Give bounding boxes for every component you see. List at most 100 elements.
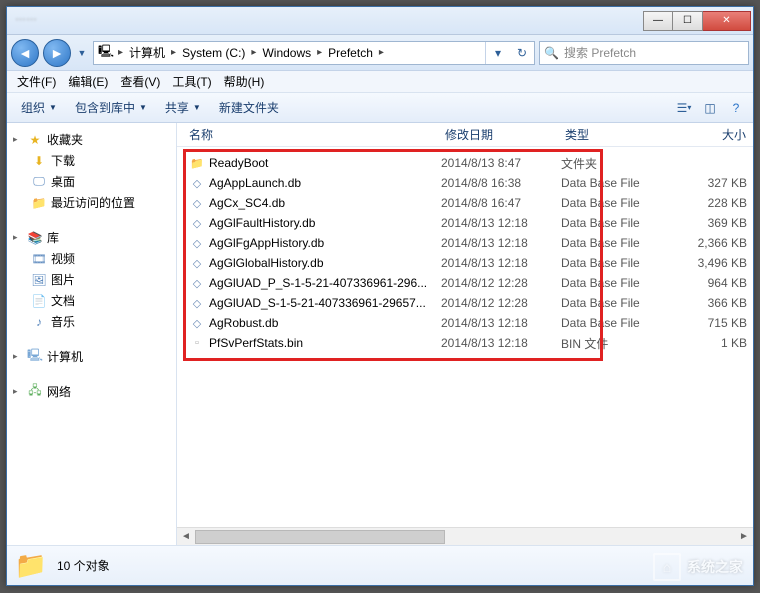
scroll-left-button[interactable]: ◄ bbox=[177, 531, 195, 542]
navigation-pane: ▸★收藏夹 ⬇下载 🖵桌面 📁最近访问的位置 ▸📚库 🎞视频 🖼图片 📄文档 ♪… bbox=[7, 123, 177, 545]
watermark-logo-icon: ⌂ bbox=[653, 553, 681, 581]
nav-videos[interactable]: 🎞视频 bbox=[9, 248, 176, 269]
tree-collapse-icon: ▸ bbox=[13, 351, 23, 362]
nav-network[interactable]: ▸🖧网络 bbox=[9, 381, 176, 402]
watermark: ⌂ 系统之家 bbox=[653, 553, 743, 581]
explorer-body: ▸★收藏夹 ⬇下载 🖵桌面 📁最近访问的位置 ▸📚库 🎞视频 🖼图片 📄文档 ♪… bbox=[7, 123, 753, 545]
chevron-right-icon: ▸ bbox=[169, 47, 178, 58]
nav-recent[interactable]: 📁最近访问的位置 bbox=[9, 192, 176, 213]
file-type: Data Base File bbox=[561, 296, 681, 310]
include-library-button[interactable]: 包含到库中▼ bbox=[67, 96, 155, 119]
file-size: 3,496 KB bbox=[681, 256, 751, 270]
file-row[interactable]: ◇AgGlUAD_P_S-1-5-21-407336961-296...2014… bbox=[185, 273, 753, 293]
horizontal-scrollbar[interactable]: ◄ ► bbox=[177, 527, 753, 545]
nav-music[interactable]: ♪音乐 bbox=[9, 311, 176, 332]
file-name: PfSvPerfStats.bin bbox=[209, 336, 303, 350]
file-row[interactable]: ◇AgGlFaultHistory.db2014/8/13 12:18Data … bbox=[185, 213, 753, 233]
chevron-down-icon: ▼ bbox=[49, 103, 57, 112]
history-dropdown[interactable]: ▼ bbox=[75, 48, 89, 58]
nav-desktop[interactable]: 🖵桌面 bbox=[9, 171, 176, 192]
refresh-button[interactable]: ↻ bbox=[510, 42, 534, 64]
file-size: 366 KB bbox=[681, 296, 751, 310]
breadcrumb-drive[interactable]: System (C:) bbox=[178, 42, 249, 64]
db-icon: ◇ bbox=[189, 235, 205, 251]
new-folder-button[interactable]: 新建文件夹 bbox=[211, 96, 287, 119]
nav-favorites[interactable]: ▸★收藏夹 bbox=[9, 129, 176, 150]
nav-library[interactable]: ▸📚库 bbox=[9, 227, 176, 248]
nav-computer[interactable]: ▸🖳计算机 bbox=[9, 346, 176, 367]
file-list-pane: 名称 修改日期 类型 大小 📁ReadyBoot2014/8/13 8:47文件… bbox=[177, 123, 753, 545]
organize-button[interactable]: 组织▼ bbox=[13, 96, 65, 119]
scroll-thumb[interactable] bbox=[195, 530, 445, 544]
file-area[interactable]: 📁ReadyBoot2014/8/13 8:47文件夹◇AgAppLaunch.… bbox=[177, 147, 753, 527]
maximize-button[interactable]: ☐ bbox=[673, 11, 703, 31]
nav-pictures[interactable]: 🖼图片 bbox=[9, 269, 176, 290]
close-button[interactable]: ✕ bbox=[703, 11, 751, 31]
file-row[interactable]: ◇AgGlUAD_S-1-5-21-407336961-29657...2014… bbox=[185, 293, 753, 313]
window-buttons: — ☐ ✕ bbox=[643, 11, 751, 31]
back-button[interactable]: ◄ bbox=[11, 39, 39, 67]
forward-button[interactable]: ► bbox=[43, 39, 71, 67]
db-icon: ◇ bbox=[189, 295, 205, 311]
db-icon: ◇ bbox=[189, 315, 205, 331]
col-name[interactable]: 名称 bbox=[185, 126, 441, 143]
menu-help[interactable]: 帮助(H) bbox=[218, 71, 271, 92]
file-date: 2014/8/13 8:47 bbox=[441, 156, 561, 170]
breadcrumb-computer[interactable]: 计算机 bbox=[125, 42, 169, 64]
breadcrumb-windows[interactable]: Windows bbox=[258, 42, 315, 64]
tree-collapse-icon: ▸ bbox=[13, 232, 23, 243]
menu-file[interactable]: 文件(F) bbox=[11, 71, 62, 92]
picture-icon: 🖼 bbox=[31, 272, 47, 288]
file-row[interactable]: ◇AgGlGlobalHistory.db2014/8/13 12:18Data… bbox=[185, 253, 753, 273]
db-icon: ◇ bbox=[189, 175, 205, 191]
menu-edit[interactable]: 编辑(E) bbox=[62, 71, 114, 92]
music-icon: ♪ bbox=[31, 314, 47, 330]
menu-tools[interactable]: 工具(T) bbox=[166, 71, 217, 92]
file-name: AgRobust.db bbox=[209, 316, 278, 330]
address-bar[interactable]: 🖳 ▸ 计算机 ▸ System (C:) ▸ Windows ▸ Prefet… bbox=[93, 41, 535, 65]
file-row[interactable]: 📁ReadyBoot2014/8/13 8:47文件夹 bbox=[185, 153, 753, 173]
file-type: BIN 文件 bbox=[561, 335, 681, 352]
share-button[interactable]: 共享▼ bbox=[157, 96, 209, 119]
preview-pane-button[interactable]: ◫ bbox=[699, 98, 721, 118]
chevron-right-icon: ▸ bbox=[315, 47, 324, 58]
tree-collapse-icon: ▸ bbox=[13, 386, 23, 397]
col-type[interactable]: 类型 bbox=[561, 126, 681, 143]
file-size: 964 KB bbox=[681, 276, 751, 290]
nav-downloads[interactable]: ⬇下载 bbox=[9, 150, 176, 171]
file-date: 2014/8/12 12:28 bbox=[441, 296, 561, 310]
scroll-right-button[interactable]: ► bbox=[735, 531, 753, 542]
col-size[interactable]: 大小 bbox=[681, 126, 751, 143]
file-row[interactable]: ◇AgRobust.db2014/8/13 12:18Data Base Fil… bbox=[185, 313, 753, 333]
file-type: Data Base File bbox=[561, 216, 681, 230]
file-date: 2014/8/8 16:47 bbox=[441, 196, 561, 210]
col-date[interactable]: 修改日期 bbox=[441, 126, 561, 143]
file-type: Data Base File bbox=[561, 316, 681, 330]
menu-view[interactable]: 查看(V) bbox=[114, 71, 166, 92]
file-name: AgGlFaultHistory.db bbox=[209, 216, 315, 230]
star-icon: ★ bbox=[27, 132, 43, 148]
file-type: Data Base File bbox=[561, 256, 681, 270]
file-row[interactable]: ◇AgGlFgAppHistory.db2014/8/13 12:18Data … bbox=[185, 233, 753, 253]
watermark-text: 系统之家 bbox=[687, 557, 743, 577]
file-row[interactable]: ◇AgCx_SC4.db2014/8/8 16:47Data Base File… bbox=[185, 193, 753, 213]
file-row[interactable]: ◇AgAppLaunch.db2014/8/8 16:38Data Base F… bbox=[185, 173, 753, 193]
file-size: 1 KB bbox=[681, 336, 751, 350]
nav-documents[interactable]: 📄文档 bbox=[9, 290, 176, 311]
search-input[interactable]: 🔍 搜索 Prefetch bbox=[539, 41, 749, 65]
file-type: Data Base File bbox=[561, 176, 681, 190]
address-dropdown-button[interactable]: ▾ bbox=[486, 42, 510, 64]
minimize-button[interactable]: — bbox=[643, 11, 673, 31]
command-bar: 组织▼ 包含到库中▼ 共享▼ 新建文件夹 ☰▾ ◫ ? bbox=[7, 93, 753, 123]
chevron-down-icon: ▼ bbox=[193, 103, 201, 112]
file-type: Data Base File bbox=[561, 276, 681, 290]
breadcrumb-prefetch[interactable]: Prefetch bbox=[324, 42, 377, 64]
file-name: ReadyBoot bbox=[209, 156, 268, 170]
db-icon: ◇ bbox=[189, 195, 205, 211]
help-button[interactable]: ? bbox=[725, 98, 747, 118]
file-name: AgAppLaunch.db bbox=[209, 176, 301, 190]
file-size: 2,366 KB bbox=[681, 236, 751, 250]
file-row[interactable]: ▫PfSvPerfStats.bin2014/8/13 12:18BIN 文件1… bbox=[185, 333, 753, 353]
chevron-right-icon: ▸ bbox=[377, 47, 386, 58]
view-options-button[interactable]: ☰▾ bbox=[673, 98, 695, 118]
